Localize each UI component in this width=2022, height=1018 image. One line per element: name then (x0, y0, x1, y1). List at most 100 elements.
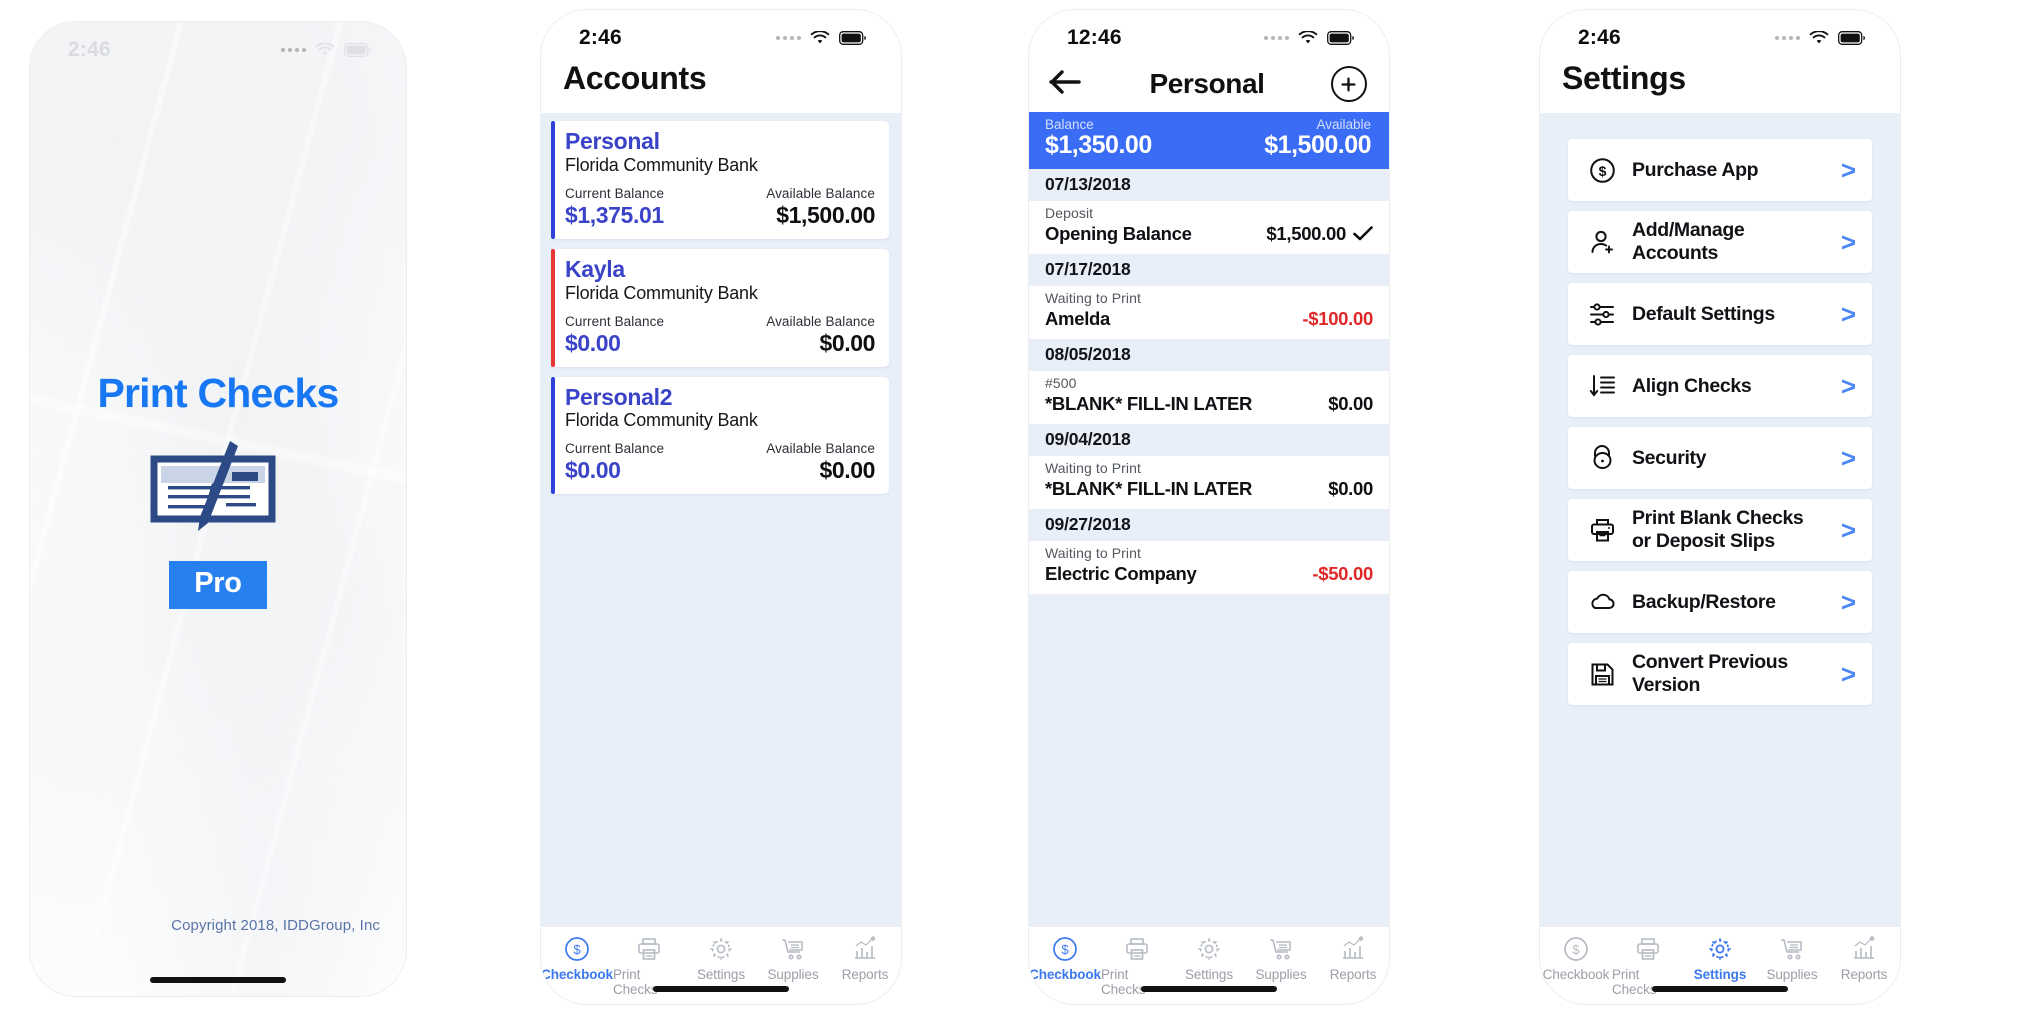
transaction-payee: Amelda (1045, 308, 1110, 330)
tab-settings[interactable]: Settings (685, 935, 757, 982)
settings-item-backup-restore[interactable]: Backup/Restore > (1568, 571, 1872, 633)
accounts-scroll-area: Personal Florida Community Bank Current … (541, 113, 901, 926)
tab-reports[interactable]: Reports (829, 935, 901, 982)
current-balance-value: $0.00 (565, 457, 664, 484)
person-add-icon (1588, 228, 1616, 256)
status-bar: 12:46 (1029, 10, 1389, 56)
chevron-right-icon: > (1841, 229, 1856, 255)
settings-item-print-blank-checks[interactable]: Print Blank Checks or Deposit Slips > (1568, 499, 1872, 561)
tab-reports[interactable]: Reports (1828, 935, 1900, 982)
status-bar: 2:46 (541, 10, 901, 56)
align-list-icon (1588, 372, 1616, 400)
transaction-subtitle: Deposit (1045, 205, 1373, 221)
account-card-kayla[interactable]: Kayla Florida Community Bank Current Bal… (551, 249, 889, 367)
account-card-personal2[interactable]: Personal2 Florida Community Bank Current… (551, 377, 889, 495)
back-button[interactable] (1049, 69, 1083, 100)
transaction-row[interactable]: Waiting to Print *BLANK* FILL-IN LATER $… (1029, 456, 1389, 509)
copyright-text: Copyright 2018, IDDGroup, Inc (171, 917, 380, 934)
gear-icon (708, 935, 734, 963)
tab-checkbook[interactable]: $ Checkbook (1540, 935, 1612, 982)
transaction-date-header: 09/27/2018 (1029, 509, 1389, 541)
printer-icon (1124, 935, 1150, 963)
status-time: 2:46 (579, 26, 622, 50)
available-balance-value: $0.00 (819, 457, 875, 484)
account-bank: Florida Community Bank (565, 410, 875, 431)
cloud-icon (1588, 588, 1616, 616)
balance-value: $1,350.00 (1045, 132, 1152, 160)
transaction-subtitle: Waiting to Print (1045, 290, 1373, 306)
status-time: 12:46 (1067, 26, 1122, 50)
account-bank: Florida Community Bank (565, 283, 875, 304)
tab-label: Reports (842, 967, 889, 982)
transaction-payee: *BLANK* FILL-IN LATER (1045, 478, 1252, 500)
register-scroll-area: Balance $1,350.00 Available $1,500.00 07… (1029, 112, 1389, 926)
tab-reports[interactable]: Reports (1317, 935, 1389, 982)
settings-item-purchase-app[interactable]: $ Purchase App > (1568, 139, 1872, 201)
settings-item-label: Default Settings (1632, 303, 1825, 326)
account-name: Personal2 (565, 385, 875, 410)
battery-icon (1327, 31, 1355, 45)
tab-supplies[interactable]: Supplies (1756, 935, 1828, 982)
cart-icon (1779, 935, 1805, 963)
settings-scroll-area: $ Purchase App > Add/Manage Accounts > (1540, 113, 1900, 926)
transaction-row[interactable]: Waiting to Print Amelda -$100.00 (1029, 286, 1389, 339)
settings-item-add-manage-accounts[interactable]: Add/Manage Accounts > (1568, 211, 1872, 273)
tab-settings[interactable]: Settings (1684, 935, 1756, 982)
wifi-icon (810, 31, 830, 45)
status-indicators (776, 31, 867, 45)
tab-label: Reports (1330, 967, 1377, 982)
tab-checkbook[interactable]: $ Checkbook (541, 935, 613, 982)
tab-checkbook[interactable]: $ Checkbook (1029, 935, 1101, 982)
cleared-check-icon (1353, 226, 1373, 242)
transaction-row[interactable]: #500 *BLANK* FILL-IN LATER $0.00 (1029, 371, 1389, 424)
available-balance-label: Available Balance (766, 186, 875, 201)
phone-settings: 2:46 Settings (1540, 10, 1900, 1004)
app-title: Print Checks (97, 370, 338, 417)
transaction-date-header: 09/04/2018 (1029, 424, 1389, 456)
transaction-amount: -$100.00 (1302, 308, 1373, 330)
tab-supplies[interactable]: Supplies (757, 935, 829, 982)
dollar-circle-icon: $ (564, 935, 590, 963)
account-card-personal[interactable]: Personal Florida Community Bank Current … (551, 121, 889, 239)
account-bank: Florida Community Bank (565, 155, 875, 176)
transaction-amount: $1,500.00 (1266, 223, 1346, 245)
transaction-row[interactable]: Deposit Opening Balance $1,500.00 (1029, 201, 1389, 254)
tab-label: Checkbook (541, 967, 613, 982)
tab-label: Supplies (1767, 967, 1818, 982)
balance-summary-bar: Balance $1,350.00 Available $1,500.00 (1029, 112, 1389, 169)
tab-label: Print Checks (1612, 967, 1684, 997)
account-name: Kayla (565, 257, 875, 282)
settings-item-security[interactable]: Security > (1568, 427, 1872, 489)
home-indicator (1141, 986, 1277, 992)
transaction-payee: *BLANK* FILL-IN LATER (1045, 393, 1252, 415)
settings-item-default-settings[interactable]: Default Settings > (1568, 283, 1872, 345)
add-transaction-button[interactable] (1331, 66, 1367, 102)
printer-icon (636, 935, 662, 963)
chevron-right-icon: > (1841, 373, 1856, 399)
tab-label: Checkbook (1543, 967, 1610, 982)
wifi-icon (1809, 31, 1829, 45)
settings-item-label: Security (1632, 447, 1825, 470)
current-balance-value: $1,375.01 (565, 202, 664, 229)
tab-supplies[interactable]: Supplies (1245, 935, 1317, 982)
tab-label: Checkbook (1029, 967, 1101, 982)
cart-icon (780, 935, 806, 963)
tab-bar: $ Checkbook Print Checks Settings (541, 926, 901, 1004)
transaction-amount: $0.00 (1328, 393, 1373, 415)
transaction-subtitle: #500 (1045, 375, 1373, 391)
navigation-bar: Personal (1029, 56, 1389, 112)
splash-content: Print Checks Pro (30, 22, 406, 996)
settings-item-convert-previous-version[interactable]: Convert Previous Version > (1568, 643, 1872, 705)
settings-item-align-checks[interactable]: Align Checks > (1568, 355, 1872, 417)
transaction-row[interactable]: Waiting to Print Electric Company -$50.0… (1029, 541, 1389, 594)
dollar-circle-icon: $ (1588, 156, 1616, 184)
settings-item-label: Purchase App (1632, 159, 1825, 182)
signal-dots-icon (776, 36, 801, 40)
transaction-date-header: 08/05/2018 (1029, 339, 1389, 371)
tab-settings[interactable]: Settings (1173, 935, 1245, 982)
pro-badge: Pro (169, 561, 266, 609)
available-balance-value: $1,500.00 (776, 202, 875, 229)
status-indicators (1264, 31, 1355, 45)
transaction-subtitle: Waiting to Print (1045, 545, 1373, 561)
transaction-amount-wrap: $1,500.00 (1266, 223, 1373, 245)
